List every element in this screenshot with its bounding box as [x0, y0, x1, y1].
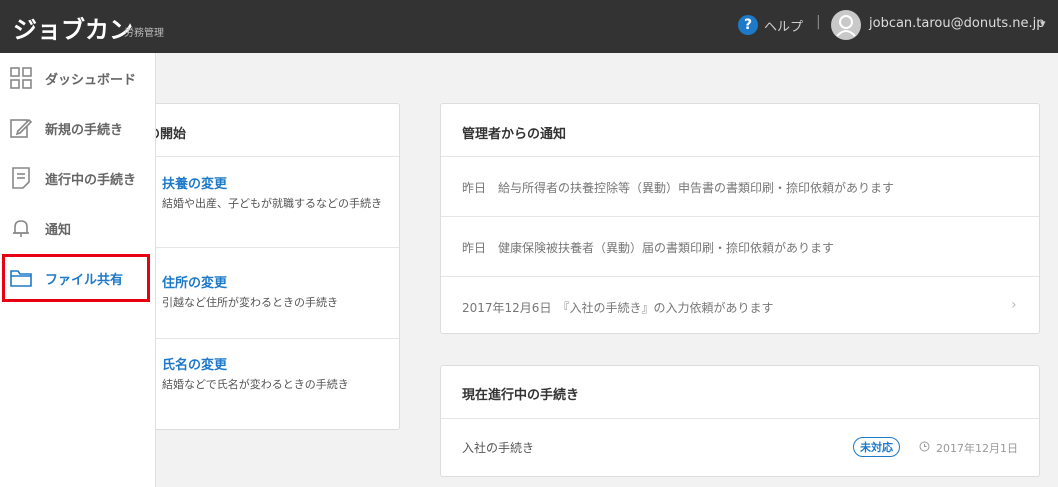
- top-header: ジョブカン 労務管理 ? ヘルプ | jobcan.tarou@donuts.n…: [0, 0, 1058, 53]
- app-subtitle: 労務管理: [124, 28, 164, 39]
- sidebar-item-label: 進行中の手続き: [45, 173, 137, 188]
- status-badge: 未対応: [853, 437, 900, 457]
- admin-notice-card: 管理者からの通知 昨日 給与所得者の扶養控除等（異動）申告書の書類印刷・捺印依頼…: [440, 103, 1040, 334]
- highlight-box: [2, 254, 150, 302]
- notice-text[interactable]: 昨日 健康保険被扶養者（異動）届の書類印刷・捺印依頼があります: [462, 239, 834, 256]
- user-menu-caret-icon[interactable]: ▾: [1040, 17, 1046, 30]
- notice-text[interactable]: 昨日 給与所得者の扶養控除等（異動）申告書の書類印刷・捺印依頼があります: [462, 179, 894, 196]
- document-icon: [12, 167, 30, 189]
- progress-row[interactable]: 入社の手続き 未対応 2017年12月1日: [441, 418, 1039, 476]
- procedure-item-title[interactable]: 氏名の変更: [162, 354, 227, 373]
- notice-text[interactable]: 2017年12月6日 『入社の手続き』の入力依頼があります: [462, 299, 773, 316]
- procedure-name[interactable]: 入社の手続き: [462, 439, 534, 456]
- sidebar-item-in-progress[interactable]: 進行中の手続き: [0, 153, 155, 203]
- sidebar-item-dashboard[interactable]: ダッシュボード: [0, 53, 155, 103]
- user-email[interactable]: jobcan.tarou@donuts.ne.jp: [869, 16, 1045, 31]
- bell-icon: [13, 220, 29, 237]
- procedure-date: 2017年12月1日: [936, 442, 1018, 455]
- grid-icon: [10, 67, 32, 89]
- sidebar: ダッシュボード 新規の手続き 進行中の手続き 通知 ファイル共有: [0, 53, 156, 487]
- sidebar-item-label: 通知: [45, 223, 72, 238]
- notice-row[interactable]: 2017年12月6日 『入社の手続き』の入力依頼があります ›: [441, 276, 1039, 333]
- in-progress-card: 現在進行中の手続き 入社の手続き 未対応 2017年12月1日: [440, 365, 1040, 477]
- chevron-right-icon[interactable]: ›: [1011, 297, 1017, 313]
- notice-row[interactable]: 昨日 健康保険被扶養者（異動）届の書類印刷・捺印依頼があります: [441, 216, 1039, 276]
- procedure-item-desc: 結婚や出産、子どもが就職するなどの手続き: [162, 197, 382, 210]
- sidebar-item-label: 新規の手続き: [45, 123, 124, 138]
- procedure-item-desc: 引越など住所が変わるときの手続き: [162, 296, 338, 309]
- card-title: 管理者からの通知: [462, 127, 567, 142]
- user-avatar-icon[interactable]: [831, 10, 861, 40]
- help-icon[interactable]: ?: [738, 15, 758, 35]
- notice-row[interactable]: 昨日 給与所得者の扶養控除等（異動）申告書の書類印刷・捺印依頼があります: [441, 156, 1039, 216]
- procedure-item-desc: 結婚などで氏名が変わるときの手続き: [162, 378, 349, 391]
- procedure-item-title[interactable]: 住所の変更: [162, 272, 227, 291]
- procedure-item-title[interactable]: 扶養の変更: [162, 173, 227, 192]
- sidebar-item-label: ダッシュボード: [45, 73, 137, 88]
- clock-icon: [919, 441, 930, 452]
- sidebar-item-new-procedure[interactable]: 新規の手続き: [0, 103, 155, 153]
- card-title: 現在進行中の手続き: [462, 388, 580, 403]
- header-separator: |: [816, 14, 821, 30]
- sidebar-item-notifications[interactable]: 通知: [0, 203, 155, 253]
- help-link[interactable]: ? ヘルプ: [738, 15, 803, 35]
- edit-icon: [10, 118, 32, 138]
- app-logo[interactable]: ジョブカン: [13, 10, 133, 45]
- help-label[interactable]: ヘルプ: [764, 16, 803, 35]
